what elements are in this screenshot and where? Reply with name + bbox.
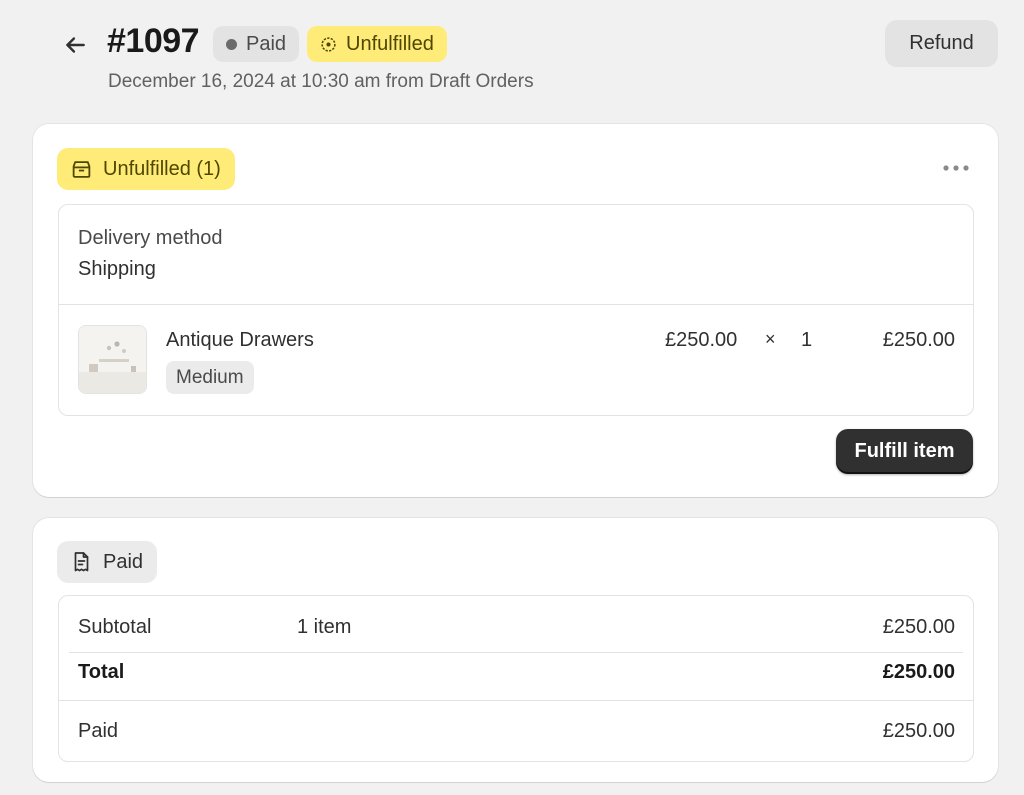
paid-section-label: Paid (103, 550, 144, 573)
back-button[interactable] (58, 28, 92, 62)
paid-label: Paid (78, 720, 119, 742)
payment-status-label: Paid (246, 32, 287, 55)
product-image (79, 326, 146, 393)
total-amount: £250.00 (882, 661, 955, 683)
circle-dot-icon (321, 36, 336, 52)
quantity: 1 (801, 329, 813, 351)
line-total: £250.00 (882, 329, 955, 351)
payment-card: Paid Subtotal 1 item £250.00 Total £250.… (33, 518, 998, 782)
package-icon (72, 160, 91, 178)
status-dot-icon (226, 38, 237, 50)
payment-summary: Subtotal 1 item £250.00 Total £250.00 Pa… (58, 595, 974, 762)
variant-tag: Medium (166, 361, 254, 394)
divider (69, 652, 963, 653)
ellipsis-icon (943, 165, 969, 171)
fulfillment-status-label: Unfulfilled (346, 32, 434, 55)
payment-status-badge: Paid (213, 26, 300, 62)
more-actions-button[interactable] (940, 154, 972, 182)
subtotal-label: Subtotal (78, 616, 152, 638)
product-name[interactable]: Antique Drawers (166, 329, 314, 352)
total-label: Total (78, 661, 125, 683)
fulfill-item-button[interactable]: Fulfill item (836, 429, 973, 474)
subtotal-item-count: 1 item (297, 616, 352, 638)
receipt-icon (74, 552, 89, 572)
refund-button[interactable]: Refund (885, 20, 998, 67)
fulfillment-status-badge: Unfulfilled (307, 26, 447, 62)
delivery-method-value: Shipping (78, 258, 156, 280)
order-number: #1097 (107, 22, 200, 60)
unit-price: £250.00 (665, 329, 738, 351)
page-header: #1097 Paid Unfulfilled December 16, 2024… (0, 0, 1024, 110)
subtotal-amount: £250.00 (882, 616, 955, 638)
paid-section-badge: Paid (57, 541, 158, 583)
order-meta: December 16, 2024 at 10:30 am from Draft… (108, 71, 534, 92)
fulfillment-card: Unfulfilled (1) Delivery method Shipping (33, 124, 998, 497)
paid-amount: £250.00 (882, 720, 955, 742)
fulfillment-details: Delivery method Shipping Antique Drawers… (58, 204, 974, 416)
divider (59, 700, 973, 701)
arrow-left-icon (66, 37, 85, 53)
unfulfilled-section-badge: Unfulfilled (1) (57, 148, 235, 190)
multiply-sign: × (765, 329, 776, 349)
divider (59, 304, 973, 305)
order-details-page: #1097 Paid Unfulfilled December 16, 2024… (0, 0, 1024, 795)
product-thumbnail[interactable] (78, 325, 147, 394)
delivery-method-label: Delivery method (78, 227, 223, 249)
unfulfilled-section-label: Unfulfilled (1) (103, 157, 221, 180)
